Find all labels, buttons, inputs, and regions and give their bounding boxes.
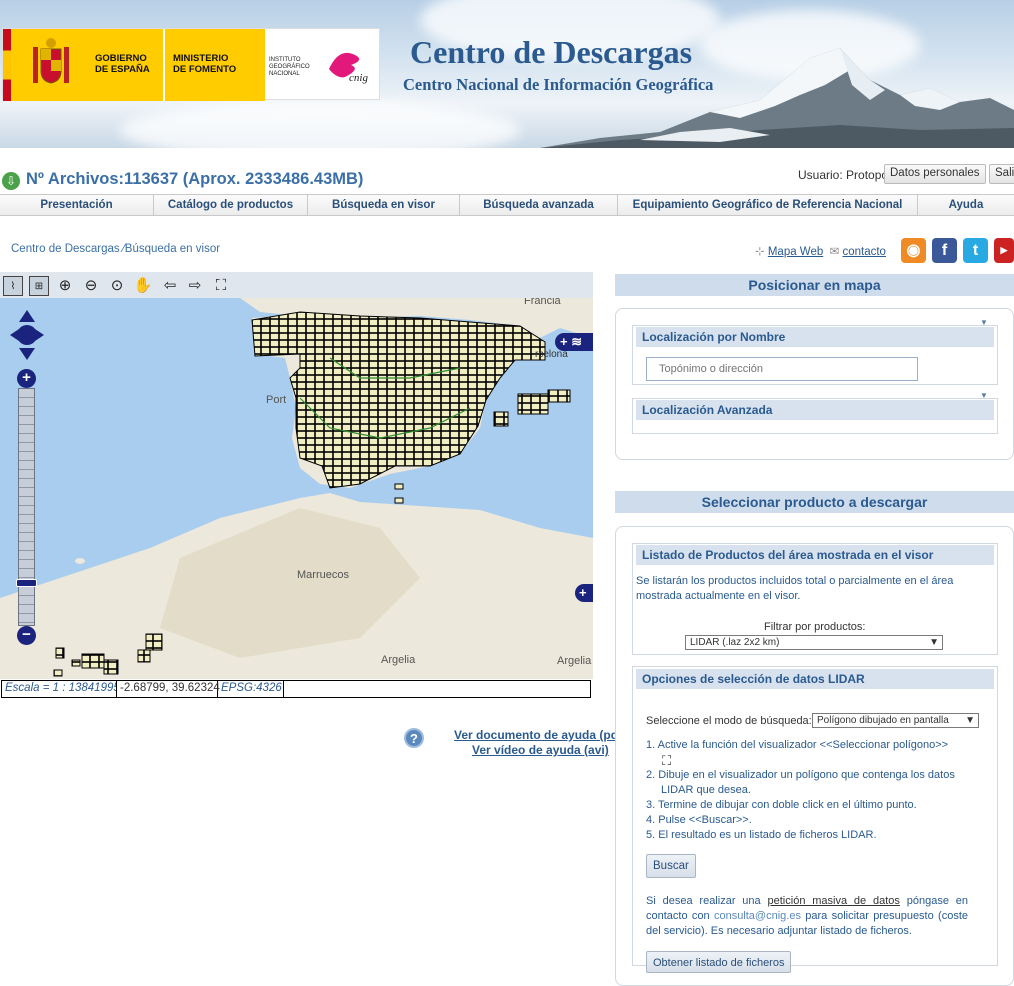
- step-4: 4. Pulse <<Buscar>>.: [646, 814, 752, 826]
- nav-ayuda[interactable]: Ayuda: [918, 195, 1014, 215]
- help-icon: ?: [404, 728, 424, 748]
- help-video-link[interactable]: Ver vídeo de ayuda (avi): [472, 743, 609, 757]
- pan-hand-icon[interactable]: ✋: [133, 276, 153, 296]
- help-doc-link[interactable]: Ver documento de ayuda (pdf): [454, 728, 626, 742]
- breadcrumb: Centro de Descargas ⁄Búsqueda en visor: [11, 243, 220, 255]
- listado-text-2: mostrada actualmente en el visor.: [636, 590, 801, 602]
- modo-value: Polígono dibujado en pantalla: [817, 715, 949, 726]
- banner-subtitle: Centro Nacional de Información Geográfic…: [403, 75, 714, 94]
- svg-text:cnig: cnig: [349, 72, 368, 84]
- zoom-extent-icon[interactable]: ⊞: [29, 276, 49, 296]
- map-label-marruecos: Marruecos: [297, 569, 349, 581]
- loc-avanzada-header[interactable]: Localización Avanzada: [636, 400, 994, 420]
- zoom-slider[interactable]: [18, 388, 35, 626]
- ign-text: INSTITUTO GEOGRÁFICO NACIONAL: [269, 57, 310, 77]
- map-toolbar: ⌇ ⊞ ⊕ ⊖ ⊙ ✋ ⇦ ⇨ ⛶: [0, 272, 593, 298]
- map-label-francia: Francia: [524, 298, 561, 307]
- coat-of-arms-icon: [33, 38, 69, 84]
- layer-switcher-button[interactable]: + ≋: [555, 333, 593, 351]
- cnig-logo-icon: cnig: [329, 52, 368, 84]
- nav-catalogo[interactable]: Catálogo de productos: [154, 195, 308, 215]
- overview-map-button[interactable]: +: [575, 584, 593, 602]
- step-1: 1. Active la función del visualizador <<…: [646, 739, 949, 751]
- sitemap-icon: ⊹: [755, 246, 765, 258]
- step-polygon-icon: ⛶: [662, 753, 672, 768]
- steps-list: 1. Active la función del visualizador <<…: [646, 738, 976, 843]
- step-2b: LIDAR que desea.: [661, 784, 751, 796]
- archivos-count: Nº Archivos:113637 (Aprox. 2333486.43MB): [26, 170, 364, 188]
- toponimo-input[interactable]: [646, 357, 918, 381]
- facebook-icon[interactable]: f: [932, 238, 957, 263]
- step-5: 5. El resultado es un listado de fichero…: [646, 829, 877, 841]
- buscar-button[interactable]: Buscar: [646, 854, 696, 878]
- map-status-bar: Escala = 1 : 13841995 -2.68799, 39.62324…: [1, 680, 591, 698]
- opciones-header: Opciones de selección de datos LIDAR: [636, 669, 994, 689]
- map-label-portugal: Port: [266, 394, 287, 406]
- collapse-icon-2[interactable]: ▼: [980, 391, 988, 400]
- nav-busqueda-avanzada[interactable]: Búsqueda avanzada: [460, 195, 618, 215]
- next-view-icon[interactable]: ⇨: [185, 276, 205, 296]
- map-coordinates: -2.68799, 39.62324: [117, 681, 220, 697]
- obtener-listado-button[interactable]: Obtener listado de ficheros: [646, 951, 792, 973]
- banner-title: Centro de Descargas: [410, 34, 693, 70]
- measure-icon[interactable]: ⌇: [3, 276, 23, 296]
- chevron-down-icon: ▼: [965, 715, 975, 726]
- loc-nombre-header[interactable]: Localización por Nombre: [636, 327, 994, 347]
- zoom-slider-handle[interactable]: [16, 579, 37, 587]
- zoom-in-icon[interactable]: ⊕: [55, 276, 75, 296]
- zoom-box-icon[interactable]: ⊙: [107, 276, 127, 296]
- datos-personales-button[interactable]: Datos personales: [884, 164, 986, 184]
- government-logo-block: GOBIERNO DE ESPAÑA MINISTERIO DE FOMENTO I…: [2, 28, 380, 101]
- step-2: 2. Dibuje en el visualizador un polígono…: [646, 769, 955, 781]
- filtro-select[interactable]: LIDAR (.laz 2x2 km) ▼: [685, 635, 943, 650]
- zoom-out-icon[interactable]: ⊖: [81, 276, 101, 296]
- producto-title: Seleccionar producto a descargar: [615, 491, 1014, 513]
- download-icon: ⇩: [2, 172, 20, 190]
- breadcrumb-current: Búsqueda en visor: [124, 243, 221, 255]
- pan-control[interactable]: [8, 308, 46, 362]
- collapse-icon[interactable]: ▼: [980, 318, 988, 327]
- nav-presentacion[interactable]: Presentación: [0, 195, 154, 215]
- breadcrumb-home[interactable]: Centro de Descargas: [11, 243, 120, 255]
- modo-select[interactable]: Polígono dibujado en pantalla ▼: [812, 713, 979, 728]
- select-polygon-icon[interactable]: ⛶: [211, 276, 231, 296]
- chevron-down-icon: ▼: [929, 637, 939, 648]
- previous-view-icon[interactable]: ⇦: [160, 276, 180, 296]
- status-row: ⇩ Nº Archivos:113637 (Aprox. 2333486.43M…: [0, 164, 1014, 194]
- ministerio-text: MINISTERIO DE FOMENTO: [173, 53, 237, 75]
- contacto-link[interactable]: contacto: [842, 246, 885, 258]
- map-label-argelia-2: Argelia: [557, 655, 592, 667]
- youtube-icon[interactable]: ▶: [994, 238, 1014, 263]
- twitter-icon[interactable]: t: [963, 238, 988, 263]
- header-banner: GOBIERNO DE ESPAÑA MINISTERIO DE FOMENTO I…: [0, 0, 1014, 148]
- modo-label: Seleccione el modo de búsqueda:: [646, 715, 812, 727]
- masiva-text: Si desea realizar una petición masiva de…: [646, 895, 969, 937]
- posicionar-title: Posicionar en mapa: [615, 274, 1014, 296]
- email-link[interactable]: consulta@cnig.es: [714, 910, 801, 922]
- listado-header: Listado de Productos del área mostrada e…: [636, 545, 994, 565]
- filtro-value: LIDAR (.laz 2x2 km): [690, 637, 780, 648]
- top-links: ⊹ Mapa Web ✉ contacto: [755, 244, 886, 258]
- nav-equipamiento[interactable]: Equipamiento Geográfico de Referencia Na…: [618, 195, 918, 215]
- zoom-in-button[interactable]: +: [17, 369, 36, 388]
- map-scale: Escala = 1 : 13841995: [2, 681, 117, 697]
- mail-icon: ✉: [829, 246, 840, 258]
- map-canvas: [0, 298, 593, 679]
- rss-icon[interactable]: ◉: [901, 238, 926, 263]
- usuario-label: Usuario: Protopo: [798, 168, 889, 182]
- map-viewer[interactable]: Francia Port rcelona Marruecos Argelia A…: [0, 298, 593, 679]
- map-epsg: EPSG:4326: [218, 681, 284, 697]
- gobierno-text: GOBIERNO DE ESPAÑA: [95, 53, 150, 75]
- step-3: 3. Termine de dibujar con doble click en…: [646, 799, 917, 811]
- nav-busqueda-visor[interactable]: Búsqueda en visor: [308, 195, 460, 215]
- mapa-web-link[interactable]: Mapa Web: [768, 246, 823, 258]
- peticion-masiva-link[interactable]: petición masiva de datos: [768, 895, 900, 907]
- main-nav: Presentación Catálogo de productos Búsqu…: [0, 194, 1014, 216]
- zoom-out-button[interactable]: −: [17, 626, 36, 645]
- map-label-argelia: Argelia: [381, 654, 416, 666]
- salir-button[interactable]: Salir: [989, 164, 1014, 184]
- filtrar-label: Filtrar por productos:: [764, 621, 866, 633]
- listado-text-1: Se listarán los productos incluidos tota…: [636, 575, 954, 587]
